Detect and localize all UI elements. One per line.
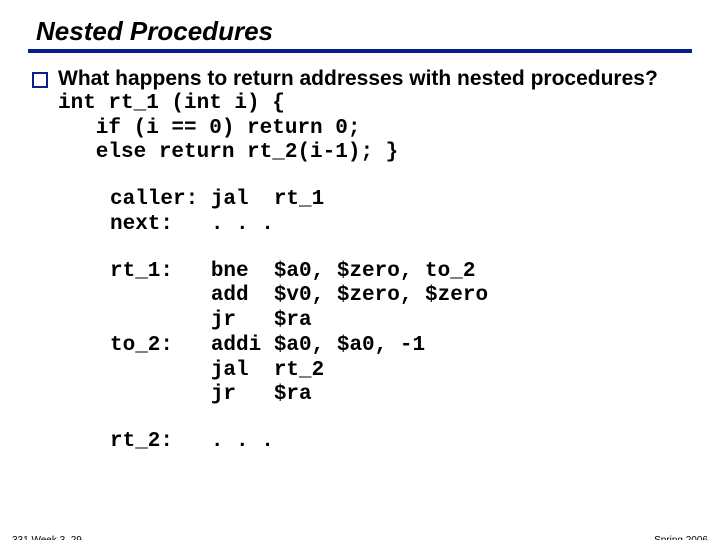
c-code-block: int rt_1 (int i) { if (i == 0) return 0;… <box>58 92 658 166</box>
footer-left: 331 Week 3. 29 <box>12 535 82 540</box>
title-bar: Nested Procedures <box>28 16 692 53</box>
asm-rt1-block: rt_1: bne $a0, $zero, to_2 add $v0, $zer… <box>110 260 680 409</box>
asm-rt2-block: rt_2: . . . <box>110 430 680 455</box>
square-bullet-icon <box>32 72 48 88</box>
bullet-item: What happens to return addresses with ne… <box>60 67 680 166</box>
footer-right: Spring 2006 <box>654 535 708 540</box>
question-text: What happens to return addresses with ne… <box>58 67 658 92</box>
slide-body: What happens to return addresses with ne… <box>60 67 680 455</box>
asm-caller-block: caller: jal rt_1 next: . . . <box>110 188 680 238</box>
bullet-content: What happens to return addresses with ne… <box>58 67 658 166</box>
slide-title: Nested Procedures <box>28 16 692 53</box>
